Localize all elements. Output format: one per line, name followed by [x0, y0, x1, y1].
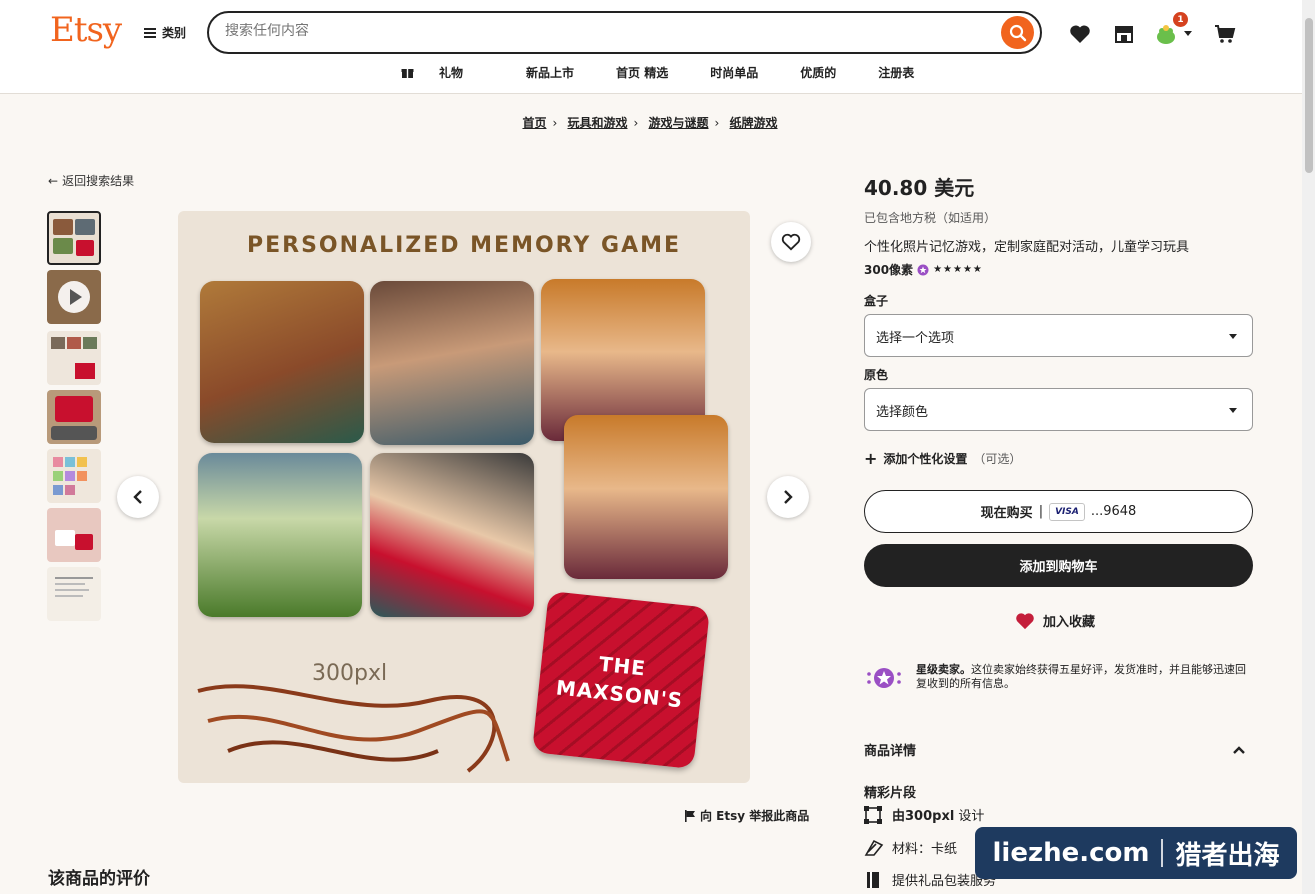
thumbnail-6[interactable] — [47, 508, 101, 562]
product-title: 个性化照片记忆游戏，定制家庭配对活动，儿童学习玩具 — [864, 240, 1190, 255]
chevron-right-icon: › — [633, 116, 639, 130]
favorite-button[interactable] — [771, 222, 811, 262]
thumbnail-4[interactable] — [47, 390, 101, 444]
caret-down-icon — [1229, 334, 1237, 339]
seller-info: 300像素 ★★★★★ — [864, 261, 983, 278]
box-label: 盒子 — [864, 294, 889, 308]
photo-family-hug — [370, 453, 534, 617]
favorites-heart-icon[interactable] — [1068, 22, 1092, 46]
menu-icon — [144, 27, 156, 38]
star-seller-title: 星级卖家。 — [916, 663, 971, 676]
chevron-left-icon — [133, 490, 142, 504]
thumbnail-video[interactable] — [47, 270, 101, 324]
cart-icon[interactable] — [1213, 22, 1237, 46]
highlights-heading: 精彩片段 — [864, 786, 917, 801]
main-nav: 礼物 新品上市 首页 精选 时尚单品 优质的 注册表 — [380, 64, 935, 81]
star-seller-icon — [867, 668, 901, 688]
search-button[interactable] — [1001, 16, 1034, 49]
search-bar — [207, 11, 1042, 54]
search-input[interactable] — [225, 23, 985, 39]
nav-item-premium[interactable]: 优质的 — [779, 64, 857, 81]
cart-badge: 1 — [1173, 12, 1188, 27]
play-icon — [58, 281, 90, 313]
heart-icon — [1016, 612, 1034, 629]
chevron-right-icon: › — [552, 116, 558, 130]
categories-label: 类别 — [162, 26, 187, 40]
nav-item-registry[interactable]: 注册表 — [857, 64, 935, 81]
thumbnail-5[interactable] — [47, 449, 101, 503]
chevron-right-icon — [784, 490, 793, 504]
material-icon — [864, 839, 884, 856]
next-image-button[interactable] — [767, 476, 809, 518]
heart-outline-icon — [781, 233, 801, 251]
thumbnail-3[interactable] — [47, 331, 101, 385]
tax-note: 已包含地方税（如适用） — [864, 211, 997, 225]
rating-stars[interactable]: ★★★★★ — [933, 264, 983, 275]
search-icon — [1009, 24, 1026, 41]
watermark-banner: liezhe.com 猎者出海 — [975, 827, 1297, 879]
plus-icon: + — [864, 449, 878, 468]
leather-cord — [197, 684, 510, 773]
breadcrumb: 首页 › 玩具和游戏 › 游戏与谜题 › 纸牌游戏 — [0, 114, 1300, 131]
report-item-link[interactable]: 向 Etsy 举报此商品 — [684, 807, 809, 824]
image-title: PERSONALIZED MEMORY GAME — [246, 233, 682, 258]
gift-wrap-icon — [867, 871, 879, 888]
item-details-toggle[interactable]: 商品详情 — [864, 740, 1253, 759]
site-header: Etsy 类别 1 礼物 新品上市 首页 精选 时尚单品 优质的 注册表 — [0, 0, 1315, 94]
star-seller-badge-icon — [917, 264, 929, 275]
categories-button[interactable]: 类别 — [144, 24, 186, 41]
card-last4: ...9648 — [1090, 504, 1137, 519]
arrow-left-icon: ← — [48, 173, 59, 188]
name-card: THE MAXSON'S — [531, 590, 711, 770]
etsy-logo[interactable]: Etsy — [50, 10, 122, 50]
buy-now-button[interactable]: 现在购买 | VISA ...9648 — [864, 490, 1253, 533]
prev-image-button[interactable] — [117, 476, 159, 518]
add-to-favorites-button[interactable]: 加入收藏 — [1015, 611, 1095, 630]
photo-boys-dog — [198, 453, 362, 617]
account-avatar-icon[interactable] — [1154, 22, 1178, 46]
add-to-cart-button[interactable]: 添加到购物车 — [864, 544, 1253, 587]
chevron-right-icon: › — [714, 116, 720, 130]
highlight-designer: 由300pxl 设计 — [864, 805, 984, 824]
shop-icon[interactable] — [1112, 22, 1136, 46]
nav-item-fashion[interactable]: 时尚单品 — [689, 64, 779, 81]
breadcrumb-home[interactable]: 首页 — [522, 116, 546, 130]
caret-down-icon — [1229, 408, 1237, 413]
photo-girl-2 — [564, 415, 728, 579]
scrollbar-thumb[interactable] — [1305, 18, 1313, 173]
breadcrumb-games[interactable]: 游戏与谜题 — [649, 116, 709, 130]
add-personalization-button[interactable]: + 添加个性化设置 （可选） — [864, 449, 1021, 468]
color-label: 原色 — [864, 368, 889, 382]
nav-item-new[interactable]: 新品上市 — [505, 64, 595, 81]
photo-child-smiling — [370, 281, 534, 445]
photo-family — [200, 281, 364, 443]
back-to-results-link[interactable]: ← 返回搜索结果 — [48, 172, 134, 189]
flag-icon — [685, 809, 695, 822]
price: 40.80 美元 — [864, 176, 975, 200]
seller-name[interactable]: 300像素 — [864, 261, 913, 278]
color-select[interactable]: 选择颜色 — [864, 388, 1253, 431]
highlight-material: 材料：卡纸 — [864, 838, 957, 857]
reviews-heading: 该商品的评价 — [48, 869, 150, 889]
chevron-down-icon[interactable] — [1184, 31, 1192, 36]
box-select[interactable]: 选择一个选项 — [864, 314, 1253, 357]
gift-icon — [401, 69, 414, 78]
breadcrumb-card-games[interactable]: 纸牌游戏 — [730, 116, 778, 130]
thumbnail-1[interactable] — [47, 211, 101, 265]
thumbnail-7[interactable] — [47, 567, 101, 621]
nav-item-gifts[interactable]: 礼物 — [380, 64, 505, 81]
breadcrumb-toys[interactable]: 玩具和游戏 — [567, 116, 627, 130]
product-main-image[interactable]: PERSONALIZED MEMORY GAME 300pxl THE MAXSO… — [178, 211, 750, 783]
nav-item-home[interactable]: 首页 精选 — [595, 64, 689, 81]
visa-card-icon: VISA — [1049, 502, 1085, 521]
design-icon — [864, 805, 882, 824]
chevron-up-icon — [1233, 745, 1245, 754]
star-seller-notice: 星级卖家。这位卖家始终获得五星好评，发货准时，并且能够迅速回复收到的所有信息。 — [864, 663, 1254, 693]
page-scrollbar[interactable] — [1302, 0, 1315, 894]
